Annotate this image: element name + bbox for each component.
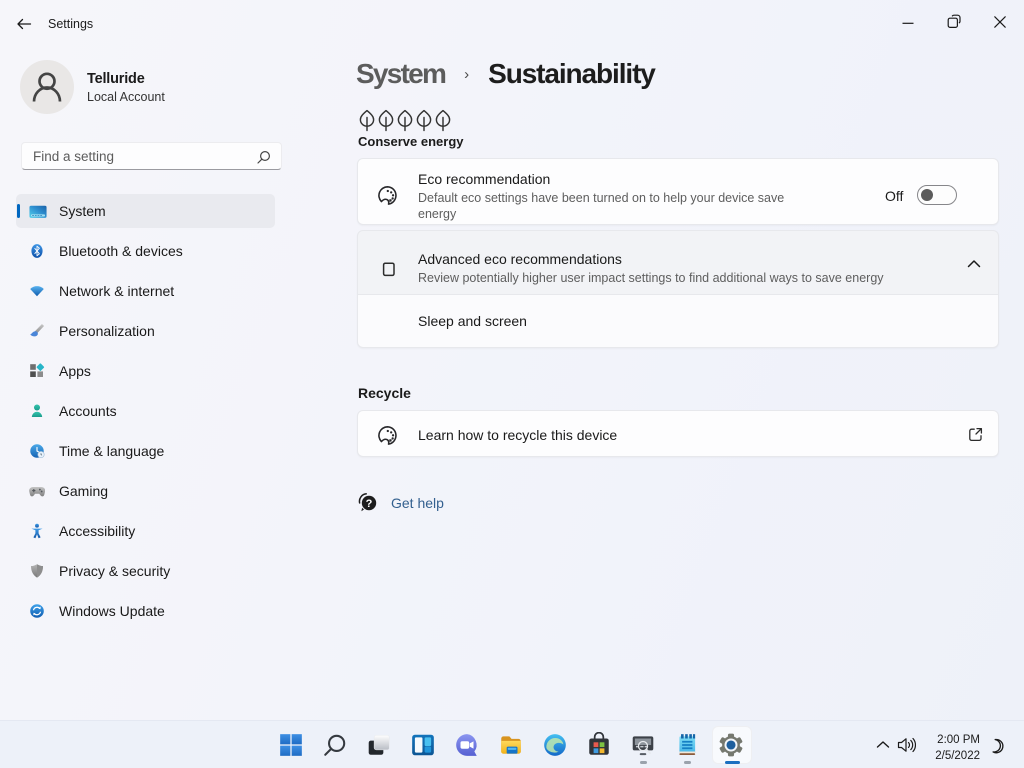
svg-text:?: ?	[366, 498, 373, 510]
